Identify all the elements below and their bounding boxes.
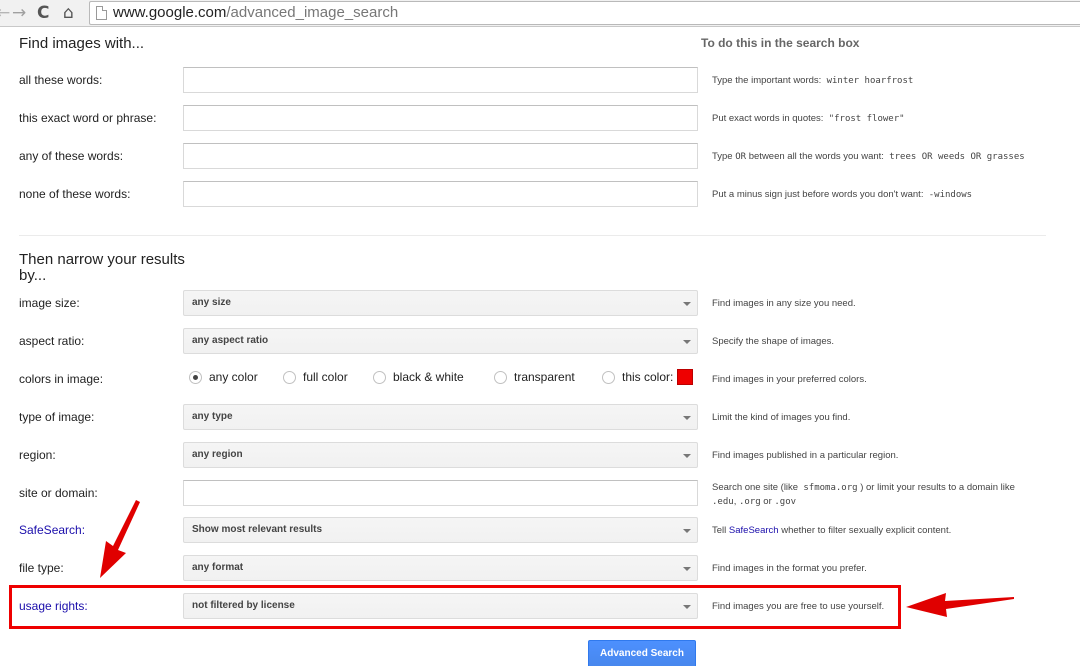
url-host: www.google.com: [113, 4, 227, 21]
exact-phrase-hint: Put exact words in quotes: "frost flower…: [712, 112, 905, 126]
dropdown-arrow-icon: [683, 567, 691, 571]
colors-label: colors in image:: [19, 372, 104, 386]
hint-text: Tell: [712, 525, 727, 536]
hint-text: Search one site (like: [712, 482, 799, 493]
select-value: any type: [192, 411, 233, 422]
select-value: any format: [192, 562, 244, 573]
radio-unchecked-icon: [283, 371, 296, 384]
select-value: any region: [192, 449, 243, 460]
type-select[interactable]: any type: [183, 404, 698, 430]
region-select[interactable]: any region: [183, 442, 698, 468]
hint-code: OR: [735, 152, 747, 162]
safesearch-link[interactable]: SafeSearch:: [19, 523, 85, 537]
site-hint: Search one site (like sfmoma.org ) or li…: [712, 481, 1015, 509]
search-box-heading: To do this in the search box: [701, 36, 860, 50]
hint-code: trees OR weeds OR grasses: [889, 152, 1025, 162]
file-type-select[interactable]: any format: [183, 555, 698, 581]
region-label: region:: [19, 448, 56, 462]
hint-code: .org: [738, 497, 761, 507]
all-words-input[interactable]: [183, 67, 698, 93]
hint-text: Type the important words:: [712, 75, 822, 86]
radio-unchecked-icon: [373, 371, 386, 384]
annotation-arrow-right-icon: [906, 593, 1014, 617]
dropdown-arrow-icon: [683, 340, 691, 344]
site-input[interactable]: [183, 480, 698, 506]
forward-icon[interactable]: →: [12, 3, 26, 23]
radio-label: this color:: [622, 370, 674, 384]
hint-text: whether to filter sexually explicit cont…: [781, 525, 952, 536]
address-bar[interactable]: www.google.com/advanced_image_search: [89, 1, 1080, 25]
dropdown-arrow-icon: [683, 416, 691, 420]
home-icon[interactable]: ⌂: [63, 3, 74, 23]
image-size-label: image size:: [19, 296, 80, 310]
none-words-label: none of these words:: [19, 187, 131, 201]
all-words-label: all these words:: [19, 73, 103, 87]
hint-text: Put a minus sign just before words you d…: [712, 189, 924, 200]
radio-label: any color: [209, 370, 258, 384]
safesearch-select[interactable]: Show most relevant results: [183, 517, 698, 543]
hint-code: sfmoma.org: [803, 483, 858, 493]
region-hint: Find images published in a particular re…: [712, 450, 899, 461]
select-value: any size: [192, 297, 231, 308]
section-divider: [19, 235, 1046, 236]
aspect-ratio-label: aspect ratio:: [19, 334, 85, 348]
colors-hint: Find images in your preferred colors.: [712, 374, 867, 385]
hint-code: "frost flower": [828, 114, 905, 124]
color-swatch[interactable]: [677, 369, 693, 385]
all-words-hint: Type the important words: winter hoarfro…: [712, 74, 913, 88]
type-hint: Limit the kind of images you find.: [712, 412, 851, 423]
radio-label: black & white: [393, 370, 464, 384]
any-words-hint: Type OR between all the words you want: …: [712, 150, 1025, 164]
page-icon: [96, 6, 107, 20]
annotation-highlight-box: [9, 585, 901, 629]
hint-text: Type: [712, 151, 733, 162]
hint-text: ) or limit your results to a domain like: [860, 482, 1015, 493]
aspect-ratio-select[interactable]: any aspect ratio: [183, 328, 698, 354]
safesearch-hint-link[interactable]: SafeSearch: [729, 525, 779, 536]
browser-toolbar: ← → C ⌂ www.google.com/advanced_image_se…: [0, 0, 1080, 27]
site-label: site or domain:: [19, 486, 98, 500]
select-value: any aspect ratio: [192, 335, 269, 346]
file-type-label: file type:: [19, 561, 64, 575]
hint-text: ,: [733, 496, 737, 507]
select-value: Show most relevant results: [192, 524, 323, 535]
safesearch-hint: Tell SafeSearch whether to filter sexual…: [712, 524, 951, 537]
radio-unchecked-icon: [602, 371, 615, 384]
advanced-search-button[interactable]: Advanced Search: [588, 640, 696, 666]
hint-code: .edu: [712, 497, 734, 507]
exact-phrase-input[interactable]: [183, 105, 698, 131]
none-words-hint: Put a minus sign just before words you d…: [712, 188, 972, 202]
annotation-arrow-left-icon: [100, 500, 140, 578]
file-type-hint: Find images in the format you prefer.: [712, 563, 867, 574]
any-words-label: any of these words:: [19, 149, 124, 163]
hint-code: winter hoarfrost: [826, 76, 914, 86]
type-label: type of image:: [19, 410, 95, 424]
radio-unchecked-icon: [494, 371, 507, 384]
radio-label: full color: [303, 370, 348, 384]
hint-text: or: [763, 496, 772, 507]
hint-code: .gov: [774, 497, 797, 507]
exact-phrase-label: this exact word or phrase:: [19, 111, 157, 125]
radio-checked-icon: [189, 371, 202, 384]
hint-code: -windows: [928, 190, 973, 200]
url-path: /advanced_image_search: [226, 4, 399, 21]
none-words-input[interactable]: [183, 181, 698, 207]
any-words-input[interactable]: [183, 143, 698, 169]
radio-label: transparent: [514, 370, 575, 384]
dropdown-arrow-icon: [683, 302, 691, 306]
image-size-select[interactable]: any size: [183, 290, 698, 316]
image-size-hint: Find images in any size you need.: [712, 298, 856, 309]
dropdown-arrow-icon: [683, 529, 691, 533]
hint-text: between all the words you want:: [748, 151, 884, 162]
back-icon[interactable]: ←: [0, 3, 10, 23]
narrow-results-heading: Then narrow your results by...: [19, 251, 185, 284]
aspect-ratio-hint: Specify the shape of images.: [712, 336, 834, 347]
reload-icon[interactable]: C: [37, 3, 49, 23]
find-images-heading: Find images with...: [19, 35, 145, 52]
dropdown-arrow-icon: [683, 454, 691, 458]
hint-text: Put exact words in quotes:: [712, 113, 824, 124]
url-text[interactable]: www.google.com/advanced_image_search: [113, 4, 398, 21]
